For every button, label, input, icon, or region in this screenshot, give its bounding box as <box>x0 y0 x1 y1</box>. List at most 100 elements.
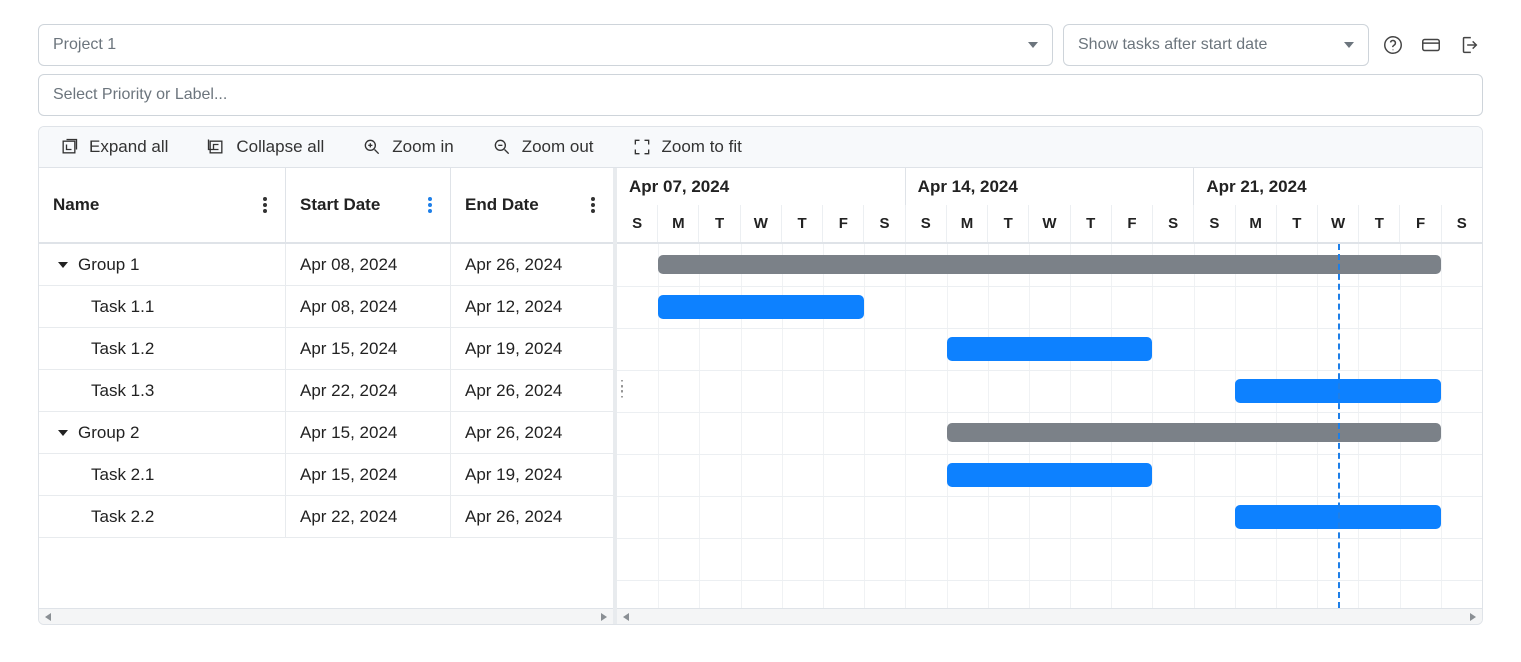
table-row[interactable]: Task 1.1 Apr 08, 2024Apr 12, 2024 <box>39 286 613 328</box>
day-header: S <box>864 205 905 242</box>
project-select[interactable]: Project 1 <box>38 24 1053 66</box>
day-header: T <box>782 205 823 242</box>
help-button[interactable] <box>1379 31 1407 59</box>
menu-dots-icon[interactable] <box>424 193 436 217</box>
day-header: T <box>988 205 1029 242</box>
gantt-panel: Expand all Collapse all Zoom in Zoom out… <box>38 126 1483 625</box>
week-header: Apr 21, 2024 <box>1194 168 1482 205</box>
zoom-fit-icon <box>632 137 652 157</box>
table-row[interactable]: Group 2Apr 15, 2024Apr 26, 2024 <box>39 412 613 454</box>
end-date-cell: Apr 26, 2024 <box>451 244 613 285</box>
collapse-icon <box>206 137 226 157</box>
end-date-cell: Apr 26, 2024 <box>451 496 613 537</box>
day-header: W <box>1029 205 1070 242</box>
zoom-out-button[interactable]: Zoom out <box>492 137 594 157</box>
collapse-caret-icon[interactable] <box>58 430 68 436</box>
zoom-out-icon <box>492 137 512 157</box>
col-header-start[interactable]: Start Date <box>286 168 451 244</box>
day-header: F <box>1112 205 1153 242</box>
filter-input[interactable]: Select Priority or Label... <box>38 74 1483 116</box>
menu-dots-icon[interactable] <box>587 193 599 217</box>
timeline-pane: ⋮⋮ Apr 07, 2024Apr 14, 2024Apr 21, 2024 … <box>617 168 1482 624</box>
project-select-value: Project 1 <box>53 36 116 54</box>
week-header: Apr 14, 2024 <box>906 168 1195 205</box>
scroll-left-icon <box>623 613 629 621</box>
expand-icon <box>59 137 79 157</box>
scroll-right-icon <box>601 613 607 621</box>
task-name: Task 2.1 <box>91 465 154 485</box>
exit-icon <box>1458 34 1480 56</box>
day-header: M <box>1236 205 1277 242</box>
zoom-out-label: Zoom out <box>522 137 594 157</box>
day-header: T <box>1277 205 1318 242</box>
task-name: Task 1.1 <box>91 297 154 317</box>
col-header-end[interactable]: End Date <box>451 168 613 244</box>
zoom-in-button[interactable]: Zoom in <box>362 137 453 157</box>
task-bar[interactable] <box>658 295 864 319</box>
collapse-all-button[interactable]: Collapse all <box>206 137 324 157</box>
col-header-name[interactable]: Name <box>39 168 286 244</box>
table-body: Group 1Apr 08, 2024Apr 26, 2024Task 1.1A… <box>39 244 613 608</box>
gantt-grid[interactable] <box>617 244 1482 608</box>
scroll-right-icon <box>1470 613 1476 621</box>
horizontal-scrollbar[interactable] <box>39 608 613 624</box>
zoom-fit-button[interactable]: Zoom to fit <box>632 137 742 157</box>
end-date-cell: Apr 19, 2024 <box>451 328 613 369</box>
end-date-cell: Apr 26, 2024 <box>451 370 613 411</box>
horizontal-scrollbar[interactable] <box>617 608 1482 624</box>
caret-down-icon <box>1344 42 1354 48</box>
card-button[interactable] <box>1417 31 1445 59</box>
menu-dots-icon[interactable] <box>259 193 271 217</box>
task-name: Task 2.2 <box>91 507 154 527</box>
question-circle-icon <box>1382 34 1404 56</box>
day-header: M <box>658 205 699 242</box>
scroll-left-icon <box>45 613 51 621</box>
group-bar[interactable] <box>947 423 1441 442</box>
day-header: F <box>1400 205 1441 242</box>
start-date-cell: Apr 15, 2024 <box>286 454 451 495</box>
start-date-cell: Apr 22, 2024 <box>286 496 451 537</box>
day-header: M <box>947 205 988 242</box>
end-date-cell: Apr 12, 2024 <box>451 286 613 327</box>
start-date-cell: Apr 08, 2024 <box>286 286 451 327</box>
exit-button[interactable] <box>1455 31 1483 59</box>
day-header: S <box>617 205 658 242</box>
group-name: Group 2 <box>78 423 139 443</box>
day-header: F <box>823 205 864 242</box>
start-date-cell: Apr 22, 2024 <box>286 370 451 411</box>
task-date-mode-select[interactable]: Show tasks after start date <box>1063 24 1369 66</box>
day-header: S <box>1194 205 1235 242</box>
caret-down-icon <box>1028 42 1038 48</box>
task-bar[interactable] <box>947 337 1153 361</box>
table-row[interactable]: Task 2.1 Apr 15, 2024Apr 19, 2024 <box>39 454 613 496</box>
zoom-in-label: Zoom in <box>392 137 453 157</box>
day-header: S <box>1153 205 1194 242</box>
day-header: W <box>741 205 782 242</box>
day-header: T <box>1359 205 1400 242</box>
filter-placeholder: Select Priority or Label... <box>53 86 227 104</box>
end-date-cell: Apr 19, 2024 <box>451 454 613 495</box>
table-row[interactable]: Task 1.2Apr 15, 2024Apr 19, 2024 <box>39 328 613 370</box>
day-header: T <box>1071 205 1112 242</box>
task-date-mode-value: Show tasks after start date <box>1078 36 1267 54</box>
start-date-cell: Apr 08, 2024 <box>286 244 451 285</box>
credit-card-icon <box>1420 34 1442 56</box>
table-row[interactable]: Task 1.3Apr 22, 2024Apr 26, 2024 <box>39 370 613 412</box>
start-date-cell: Apr 15, 2024 <box>286 328 451 369</box>
expand-all-button[interactable]: Expand all <box>59 137 168 157</box>
start-date-cell: Apr 15, 2024 <box>286 412 451 453</box>
table-pane: Name Start Date End Date Group 1 Apr 08, … <box>39 168 617 624</box>
task-bar[interactable] <box>947 463 1153 487</box>
day-header: T <box>699 205 740 242</box>
zoom-in-icon <box>362 137 382 157</box>
day-header: S <box>1442 205 1482 242</box>
table-row[interactable]: Group 1 Apr 08, 2024Apr 26, 2024 <box>39 244 613 286</box>
toolbar: Expand all Collapse all Zoom in Zoom out… <box>39 127 1482 168</box>
collapse-all-label: Collapse all <box>236 137 324 157</box>
table-row[interactable]: Task 2.2 Apr 22, 2024Apr 26, 2024 <box>39 496 613 538</box>
collapse-caret-icon[interactable] <box>58 262 68 268</box>
expand-all-label: Expand all <box>89 137 168 157</box>
group-name: Group 1 <box>78 255 139 275</box>
group-bar[interactable] <box>658 255 1441 274</box>
today-line <box>1338 244 1340 608</box>
